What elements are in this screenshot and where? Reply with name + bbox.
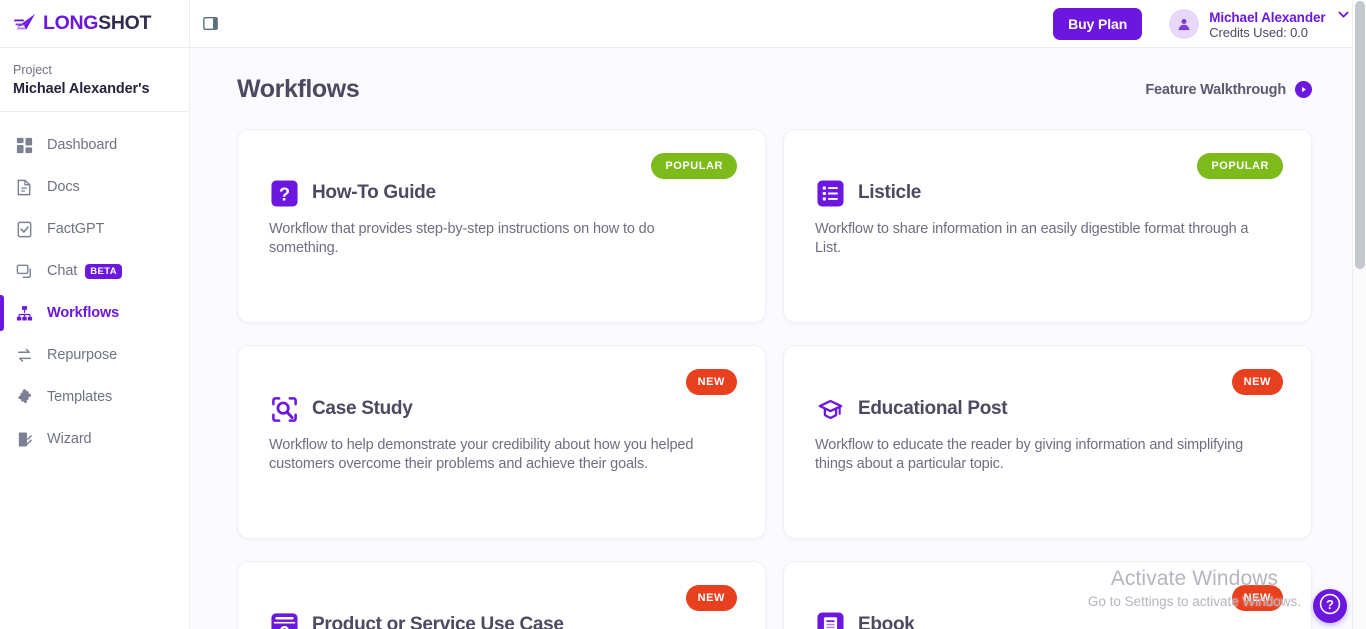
vertical-scrollbar[interactable] — [1352, 0, 1366, 629]
sidebar-item-templates[interactable]: Templates — [0, 376, 189, 418]
graduation-cap-icon — [815, 394, 845, 424]
sidebar-item-label: FactGPT — [47, 221, 104, 237]
card-header: ? How-To Guide — [269, 178, 734, 208]
card-description: Workflow to educate the reader by giving… — [815, 436, 1255, 473]
chevron-down-icon — [1337, 8, 1350, 24]
status-badge: NEW — [1232, 369, 1283, 395]
sidebar-item-chat[interactable]: Chat BETA — [0, 250, 189, 292]
project-switcher[interactable]: Project Michael Alexander's — [0, 48, 189, 112]
content-area: Workflows Feature Walkthrough POPULAR — [190, 48, 1366, 629]
card-title: Educational Post — [858, 398, 1007, 420]
workflow-card-educational-post[interactable]: NEW Educational Post Workflow to educate… — [783, 345, 1312, 539]
sidebar-item-label: Dashboard — [47, 137, 117, 153]
sidebar-item-label: Repurpose — [47, 347, 117, 363]
scrollbar-thumb[interactable] — [1355, 1, 1365, 269]
account-menu[interactable]: Michael Alexander Credits Used: 0.0 — [1169, 8, 1350, 40]
browser-window-icon — [269, 610, 299, 629]
status-badge: NEW — [1232, 585, 1283, 611]
account-name: Michael Alexander — [1209, 10, 1325, 25]
svg-text:?: ? — [278, 183, 289, 204]
main-region: Buy Plan Michael Alexander Credits — [190, 0, 1366, 629]
app-root: LONGSHOT Project Michael Alexander's Das… — [0, 0, 1366, 629]
card-header: Product or Service Use Case — [269, 610, 734, 629]
card-title: How-To Guide — [312, 182, 436, 204]
svg-text:?: ? — [1326, 596, 1334, 611]
project-label: Project — [13, 62, 189, 79]
status-badge: POPULAR — [1197, 153, 1283, 179]
sidebar-item-repurpose[interactable]: Repurpose — [0, 334, 189, 376]
sidebar-item-label: Docs — [47, 179, 80, 195]
brand-logo[interactable]: LONGSHOT — [0, 0, 189, 48]
card-header: Educational Post — [815, 394, 1280, 424]
chat-bubbles-icon — [13, 260, 35, 282]
sidebar-item-docs[interactable]: Docs — [0, 166, 189, 208]
question-circle-icon: ? — [1318, 592, 1342, 621]
workflow-card-how-to-guide[interactable]: POPULAR ? How-To Guide Workflow that pro… — [237, 129, 766, 323]
bulleted-list-square-icon — [815, 178, 845, 208]
magnifier-scan-icon — [269, 394, 299, 424]
play-circle-icon — [1295, 81, 1312, 98]
feature-walkthrough-button[interactable]: Feature Walkthrough — [1145, 81, 1312, 98]
card-title: Ebook — [858, 614, 915, 629]
page-title: Workflows — [237, 75, 359, 104]
question-mark-square-icon: ? — [269, 178, 299, 208]
card-title: Product or Service Use Case — [312, 614, 564, 629]
swap-arrows-icon — [13, 344, 35, 366]
sidebar: LONGSHOT Project Michael Alexander's Das… — [0, 0, 190, 629]
puzzle-piece-icon — [13, 386, 35, 408]
card-description: Workflow to help demonstrate your credib… — [269, 436, 709, 473]
brand-wordmark-part1: LONG — [43, 12, 98, 34]
dashboard-grid-icon — [13, 134, 35, 156]
page-header: Workflows Feature Walkthrough — [190, 48, 1350, 104]
card-header: Listicle — [815, 178, 1280, 208]
card-header: Ebook — [815, 610, 1280, 629]
sidebar-item-factgpt[interactable]: FactGPT — [0, 208, 189, 250]
account-text: Michael Alexander Credits Used: 0.0 — [1209, 8, 1350, 40]
sidebar-item-wizard[interactable]: Wizard — [0, 418, 189, 460]
paper-plane-logo-icon — [13, 11, 41, 37]
status-badge: POPULAR — [651, 153, 737, 179]
sidebar-item-workflows[interactable]: Workflows — [0, 292, 189, 334]
brand-wordmark: LONGSHOT — [43, 12, 151, 35]
workflow-card-ebook[interactable]: NEW Ebook — [783, 561, 1312, 629]
user-avatar-icon — [1169, 9, 1199, 39]
beta-badge: BETA — [85, 264, 122, 279]
card-description: Workflow that provides step-by-step inst… — [269, 220, 709, 257]
feature-walkthrough-label: Feature Walkthrough — [1145, 82, 1286, 98]
sidebar-collapse-icon[interactable] — [200, 14, 220, 34]
help-button[interactable]: ? — [1313, 589, 1347, 623]
card-description: Workflow to share information in an easi… — [815, 220, 1255, 257]
sidebar-item-label: Workflows — [47, 305, 119, 321]
project-name: Michael Alexander's — [13, 79, 189, 99]
buy-plan-button[interactable]: Buy Plan — [1053, 8, 1142, 40]
card-header: Case Study — [269, 394, 734, 424]
credits-used: Credits Used: 0.0 — [1209, 25, 1350, 40]
card-title: Case Study — [312, 398, 412, 420]
book-page-square-icon — [815, 610, 845, 629]
topbar: Buy Plan Michael Alexander Credits — [190, 0, 1366, 48]
document-icon — [13, 176, 35, 198]
sidebar-item-label: Wizard — [47, 431, 92, 447]
org-chart-icon — [13, 302, 35, 324]
sidebar-item-label: Chat — [47, 263, 77, 279]
workflow-card-listicle[interactable]: POPULAR — [783, 129, 1312, 323]
card-title: Listicle — [858, 182, 921, 204]
workflow-card-product-or-service-use-case[interactable]: NEW Product or Service Use Case — [237, 561, 766, 629]
sidebar-item-label: Templates — [47, 389, 112, 405]
check-square-icon — [13, 218, 35, 240]
sidebar-item-dashboard[interactable]: Dashboard — [0, 124, 189, 166]
brand-wordmark-part2: SHOT — [98, 12, 151, 34]
status-badge: NEW — [686, 369, 737, 395]
status-badge: NEW — [686, 585, 737, 611]
magic-wand-page-icon — [13, 428, 35, 450]
workflow-card-case-study[interactable]: NEW Case Study — [237, 345, 766, 539]
sidebar-nav: Dashboard Docs — [0, 112, 189, 460]
workflow-cards-grid: POPULAR ? How-To Guide Workflow that pro… — [190, 104, 1350, 629]
